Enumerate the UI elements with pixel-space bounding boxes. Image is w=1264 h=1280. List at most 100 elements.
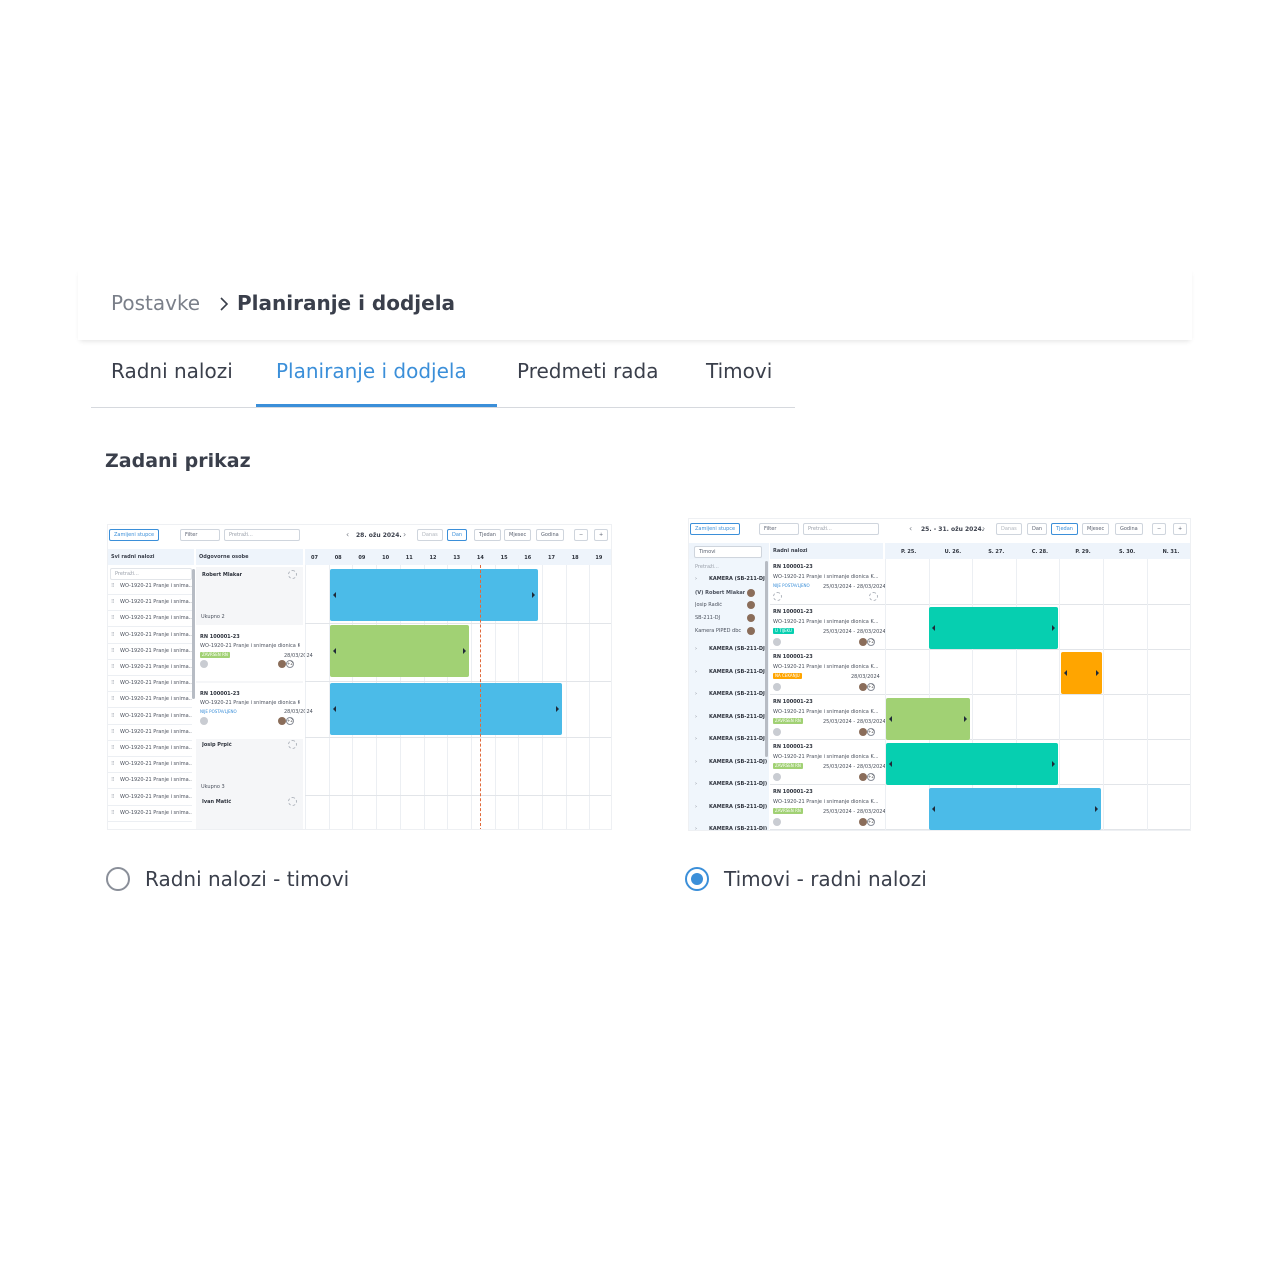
chevron-left-icon: ‹	[346, 530, 350, 539]
timeline-bar[interactable]	[330, 625, 469, 677]
chevron-right-icon: ›	[695, 714, 697, 720]
chevron-right-icon: ›	[403, 530, 407, 539]
chevron-right-icon: ›	[695, 669, 697, 675]
timeline-bar[interactable]	[929, 788, 1101, 830]
add-circle-icon	[288, 740, 297, 749]
person-name: Robert Mlakar	[202, 572, 243, 578]
week-view-button: Tjedan	[1051, 523, 1078, 535]
hour-label: 19	[595, 555, 603, 561]
order-list-item[interactable]: WO-1920-21 Pranje i snima...	[120, 583, 192, 589]
column-orders: Radni nalozi	[770, 543, 883, 559]
avatar	[200, 660, 208, 668]
order-list-item[interactable]: WO-1920-21 Pranje i snima...	[120, 794, 192, 800]
breadcrumb-current: Planiranje i dodjela	[237, 291, 456, 315]
add-circle-icon	[288, 797, 297, 806]
tab-timovi[interactable]: Timovi	[706, 359, 772, 383]
row-divider	[108, 707, 192, 709]
tab-predmeti-rada[interactable]: Predmeti rada	[517, 359, 658, 383]
team-item[interactable]: KAMERA (SB-211-DJ)	[709, 669, 767, 675]
row-divider	[108, 820, 192, 822]
team-item[interactable]: SB-211-DJ	[695, 615, 720, 621]
timeline-bar[interactable]	[886, 698, 970, 740]
team-item[interactable]: KAMERA (SB-211-DJ)	[709, 646, 767, 652]
order-list-item[interactable]: WO-1920-21 Pranje i snima...	[120, 777, 192, 783]
tab-planiranje-i-dodjela[interactable]: Planiranje i dodjela	[276, 359, 467, 383]
hour-label: 18	[571, 555, 579, 561]
team-item[interactable]: KAMERA (SB-211-DJ)	[709, 691, 767, 697]
day-label: Č. 28.	[1031, 549, 1048, 555]
year-view-button: Godina	[1115, 523, 1143, 535]
timeline-bar[interactable]	[330, 569, 538, 621]
team-item[interactable]: KAMERA (SB-211-DJ)	[709, 576, 767, 582]
order-date: 28/03/2024	[284, 653, 313, 659]
avatar	[773, 638, 781, 646]
order-list-item[interactable]: WO-1920-21 Pranje i snima...	[120, 745, 192, 751]
team-item[interactable]: Josip Radić	[695, 602, 722, 608]
preview-timovi-radni-nalozi[interactable]: Zamijeni stupce Filter Pretraži... ‹ 25.…	[688, 518, 1191, 831]
team-item[interactable]: KAMERA (SB-211-DJ)	[709, 826, 767, 830]
zoom-in-icon: +	[1173, 523, 1188, 535]
hour-label: 09	[358, 555, 366, 561]
grid-line	[1146, 559, 1148, 830]
team-item[interactable]: KAMERA (SB-211-DJ)	[709, 759, 767, 765]
timeline-bar[interactable]	[1061, 652, 1102, 694]
option-radni-nalozi-timovi[interactable]: Radni nalozi - timovi	[106, 867, 349, 891]
date-label: 28. ožu 2024.	[356, 532, 402, 539]
grid-line	[305, 565, 306, 829]
team-item[interactable]: (V) Robert Mlakar	[695, 590, 745, 596]
option-timovi-radni-nalozi[interactable]: Timovi - radni nalozi	[685, 867, 927, 891]
status-badge: U TIJEKU	[773, 628, 794, 634]
tab-radni-nalozi[interactable]: Radni nalozi	[111, 359, 233, 383]
zoom-in-icon: +	[594, 529, 609, 541]
breadcrumb-parent-link[interactable]: Postavke	[111, 291, 200, 315]
order-wo: WO-1920-21 Pranje i snimanje dionica K..…	[773, 754, 879, 760]
avatar	[200, 717, 208, 725]
today-button: Danas	[996, 523, 1022, 535]
team-item[interactable]: KAMERA (SB-211-DJ)	[709, 714, 767, 720]
order-list-item[interactable]: WO-1920-21 Pranje i snima...	[120, 632, 192, 638]
order-list-item[interactable]: WO-1920-21 Pranje i snima...	[120, 729, 192, 735]
preview-radni-nalozi-timovi[interactable]: Zamijeni stupce Filter Pretraži... ‹ 28.…	[107, 524, 612, 830]
order-list-item[interactable]: WO-1920-21 Pranje i snima...	[120, 713, 192, 719]
avatar	[747, 589, 755, 597]
order-list-item[interactable]: WO-1920-21 Pranje i snima...	[120, 664, 192, 670]
grid-line	[565, 565, 567, 829]
radio-button[interactable]	[106, 867, 130, 891]
chevron-right-icon: ›	[695, 736, 697, 742]
search-input: Pretraži...	[803, 523, 879, 535]
add-circle-icon	[288, 570, 297, 579]
year-view-button: Godina	[536, 529, 564, 541]
order-list-item[interactable]: WO-1920-21 Pranje i snima...	[120, 648, 192, 654]
order-rn: RN 100001-23	[200, 691, 240, 697]
radio-button-selected[interactable]	[685, 867, 709, 891]
row-divider	[108, 788, 192, 790]
order-rn: RN 100001-23	[773, 654, 813, 660]
team-item[interactable]: KAMERA (SB-211-DJ)	[709, 781, 767, 787]
order-list-item[interactable]: WO-1920-21 Pranje i snima...	[120, 680, 192, 686]
hour-label: 10	[382, 555, 390, 561]
order-list-item[interactable]: WO-1920-21 Pranje i snima...	[120, 615, 192, 621]
row-divider	[108, 642, 192, 644]
order-list-item[interactable]: WO-1920-21 Pranje i snima...	[120, 810, 192, 816]
timeline-bar[interactable]	[929, 607, 1058, 649]
order-list-item[interactable]: WO-1920-21 Pranje i snima...	[120, 696, 192, 702]
column-responsible: Odgovorne osobe	[196, 549, 303, 565]
chevron-right-icon: ›	[695, 826, 697, 831]
zoom-out-icon: −	[574, 529, 589, 541]
grid-line	[1190, 559, 1191, 831]
group-total: Ukupno 2	[201, 614, 225, 620]
order-wo: WO-1920-21 Pranje i snimanje dionica K..…	[773, 709, 879, 715]
section-title: Zadani prikaz	[105, 450, 251, 472]
timeline-bar[interactable]	[886, 743, 1058, 785]
order-dates: 25/03/2024 - 28/03/2024	[823, 719, 886, 725]
teams-scrollbar	[765, 561, 768, 757]
column-all-orders: Svi radni nalozi	[108, 549, 194, 565]
more-assignees-badge: +2	[867, 638, 875, 646]
week-view-button: Tjedan	[474, 529, 501, 541]
order-list-item[interactable]: WO-1920-21 Pranje i snima...	[120, 599, 192, 605]
team-item[interactable]: Kamera PIPED dbc	[695, 628, 741, 634]
team-item[interactable]: KAMERA (SB-211-DJ)	[709, 804, 767, 810]
order-list-item[interactable]: WO-1920-21 Pranje i snima...	[120, 761, 192, 767]
timeline-bar[interactable]	[330, 683, 562, 735]
team-item[interactable]: KAMERA (SB-211-DJ)	[709, 736, 767, 742]
